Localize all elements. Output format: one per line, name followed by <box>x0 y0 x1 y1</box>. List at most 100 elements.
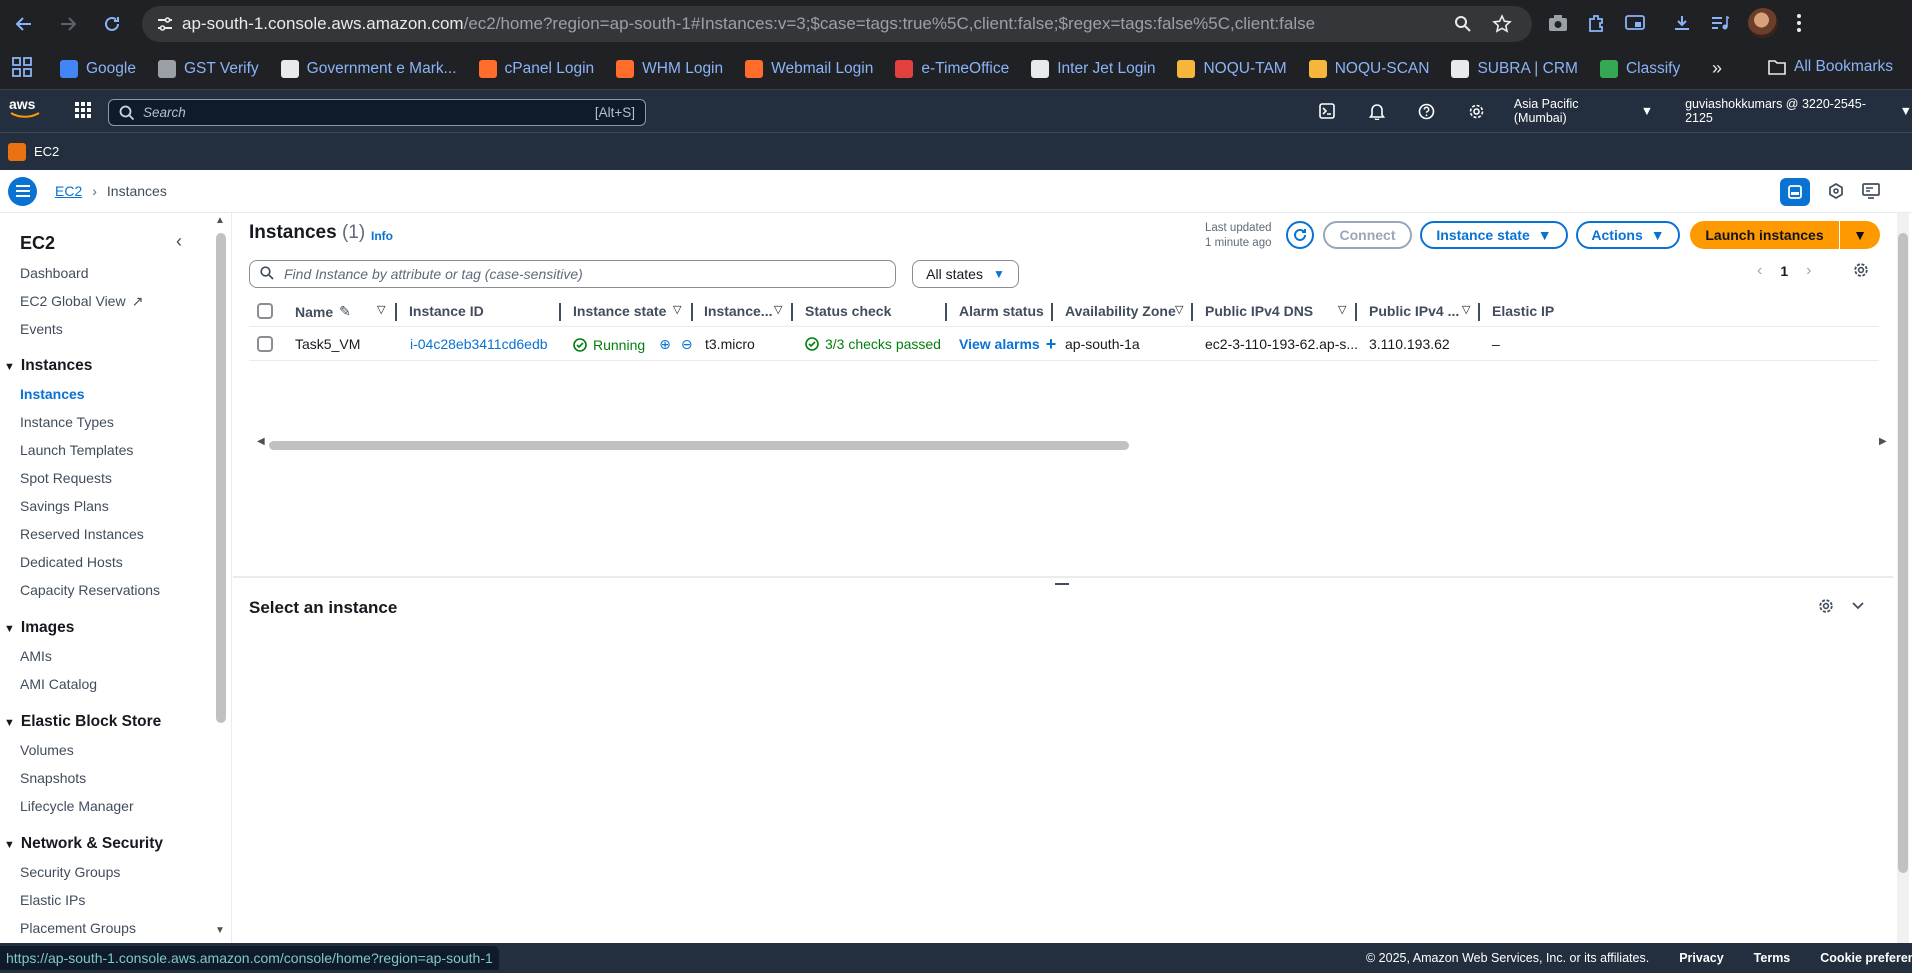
notifications-bell-icon[interactable] <box>1352 103 1402 120</box>
bookmark-item[interactable]: SUBRA | CRM <box>1451 59 1578 78</box>
column-header-elastic-ip[interactable]: Elastic IP <box>1492 303 1554 319</box>
sidebar-item-amis[interactable]: AMIs <box>20 648 52 664</box>
sidebar-item-reserved-instances[interactable]: Reserved Instances <box>20 526 144 542</box>
info-panel-toggle[interactable] <box>1780 178 1810 206</box>
add-alarm-icon[interactable]: + <box>1046 335 1057 353</box>
bookmark-item[interactable]: Inter Jet Login <box>1031 59 1155 78</box>
scrollbar-thumb[interactable] <box>1898 233 1908 873</box>
column-header-public-ipv4[interactable]: Public IPv4 ... <box>1369 303 1459 319</box>
launch-instances-button[interactable]: Launch instances <box>1690 221 1839 249</box>
collapse-panel-chevron-icon[interactable] <box>1851 598 1865 615</box>
sidebar-item-ec2-global-view[interactable]: EC2 Global View ↗ <box>20 293 143 310</box>
column-header-name[interactable]: Name ✎ <box>295 303 351 320</box>
scroll-left-arrow[interactable]: ◀ <box>257 436 265 447</box>
scroll-up-arrow[interactable]: ▲ <box>215 215 225 226</box>
back-button[interactable] <box>8 8 40 40</box>
screenshot-icon[interactable] <box>1548 14 1568 32</box>
next-page-icon[interactable]: › <box>1806 262 1811 280</box>
bookmark-item[interactable]: Google <box>60 59 136 78</box>
bookmark-item[interactable]: e-TimeOffice <box>895 59 1009 78</box>
column-resizer[interactable] <box>791 303 793 321</box>
side-nav-toggle[interactable] <box>8 176 37 206</box>
column-resizer[interactable] <box>945 303 947 321</box>
forward-button[interactable] <box>52 8 84 40</box>
sidebar-item-dedicated-hosts[interactable]: Dedicated Hosts <box>20 554 123 570</box>
sort-caret-icon[interactable]: ▽ <box>774 303 782 316</box>
sidebar-section-images[interactable]: ▼ Images <box>4 619 74 637</box>
bookmarks-overflow-icon[interactable]: » <box>1712 58 1722 79</box>
column-header-instance-type[interactable]: Instance... <box>704 303 772 319</box>
sidebar-section-instances[interactable]: ▼ Instances <box>4 357 92 375</box>
zoom-in-icon[interactable]: ⊕ <box>659 336 671 353</box>
sidebar-item-volumes[interactable]: Volumes <box>20 742 74 758</box>
notifications-panel-icon[interactable] <box>1828 182 1844 202</box>
services-menu-icon[interactable] <box>74 101 92 122</box>
column-header-availability-zone[interactable]: Availability Zone <box>1065 303 1176 319</box>
column-resizer[interactable] <box>559 303 561 321</box>
sidebar-item-instance-types[interactable]: Instance Types <box>20 414 114 430</box>
column-resizer[interactable] <box>395 303 397 321</box>
zoom-icon[interactable] <box>1454 14 1472 34</box>
sidebar-item-capacity-reservations[interactable]: Capacity Reservations <box>20 582 160 598</box>
site-info-icon[interactable] <box>148 15 182 33</box>
address-bar[interactable]: ap-south-1.console.aws.amazon.com/ec2/ho… <box>142 6 1532 42</box>
terms-link[interactable]: Terms <box>1754 951 1791 965</box>
reload-button[interactable] <box>96 8 128 40</box>
connect-button[interactable]: Connect <box>1323 221 1412 249</box>
cast-icon[interactable] <box>1624 13 1646 33</box>
bookmark-item[interactable]: NOQU-TAM <box>1177 59 1287 78</box>
bookmark-item[interactable]: NOQU-SCAN <box>1308 59 1429 78</box>
bookmark-item[interactable]: Classify <box>1599 59 1680 78</box>
select-all-checkbox[interactable] <box>257 303 273 319</box>
service-shortcut-ec2[interactable]: EC2 <box>34 144 59 159</box>
zoom-out-icon[interactable]: ⊖ <box>681 336 693 353</box>
column-resizer[interactable] <box>1478 303 1480 321</box>
instance-id-link[interactable]: i-04c28eb3411cd6edb <box>410 336 548 352</box>
aws-logo[interactable]: aws <box>8 96 48 126</box>
column-header-status-check[interactable]: Status check <box>805 303 891 319</box>
settings-gear-icon[interactable] <box>1452 103 1502 120</box>
bookmark-item[interactable]: cPanel Login <box>478 59 594 78</box>
cookie-preferences-link[interactable]: Cookie preferences <box>1820 951 1912 965</box>
actions-button[interactable]: Actions ▼ <box>1576 221 1680 249</box>
split-panel-settings-icon[interactable] <box>1818 598 1834 617</box>
column-resizer[interactable] <box>1051 303 1053 321</box>
privacy-link[interactable]: Privacy <box>1679 951 1723 965</box>
sort-caret-icon[interactable]: ▽ <box>1175 303 1183 316</box>
current-page[interactable]: 1 <box>1780 263 1788 279</box>
table-horizontal-scrollbar[interactable] <box>269 441 1129 450</box>
sidebar-item-launch-templates[interactable]: Launch Templates <box>20 442 133 458</box>
sort-caret-icon[interactable]: ▽ <box>673 303 681 316</box>
column-header-public-dns[interactable]: Public IPv4 DNS <box>1205 303 1313 319</box>
sidebar-item-placement-groups[interactable]: Placement Groups <box>20 920 136 936</box>
sidebar-section-elastic-block-store[interactable]: ▼ Elastic Block Store <box>4 713 161 731</box>
column-resizer[interactable] <box>691 303 693 321</box>
refresh-button[interactable] <box>1286 221 1314 249</box>
bookmark-item[interactable]: WHM Login <box>616 59 723 78</box>
column-resizer[interactable] <box>1355 303 1357 321</box>
all-bookmarks-folder[interactable]: All Bookmarks <box>1768 58 1893 76</box>
profile-avatar[interactable] <box>1748 8 1778 38</box>
page-vertical-scrollbar[interactable] <box>1897 213 1909 943</box>
bookmark-item[interactable]: GST Verify <box>157 59 259 78</box>
row-checkbox[interactable] <box>257 336 273 352</box>
scroll-right-arrow[interactable]: ▶ <box>1879 436 1887 447</box>
download-icon[interactable] <box>1672 13 1692 33</box>
sidebar-item-events[interactable]: Events <box>20 321 63 337</box>
sidebar-item-spot-requests[interactable]: Spot Requests <box>20 470 112 486</box>
account-menu[interactable]: guviashokkumars @ 3220-2545-2125 ▼ <box>1685 97 1912 125</box>
breadcrumb-ec2[interactable]: EC2 <box>55 183 82 199</box>
sort-caret-icon[interactable]: ▽ <box>377 303 385 316</box>
region-selector[interactable]: Asia Pacific (Mumbai) ▼ <box>1514 97 1653 125</box>
instance-filter-input[interactable]: Find Instance by attribute or tag (case-… <box>249 260 896 288</box>
bookmark-star-icon[interactable] <box>1492 14 1512 34</box>
media-control-icon[interactable] <box>1710 13 1730 33</box>
table-row[interactable]: Task5_VM i-04c28eb3411cd6edb Running ⊕ ⊖… <box>249 327 1879 361</box>
states-select[interactable]: All states ▼ <box>912 260 1019 288</box>
bookmark-item[interactable]: Government e Mark... <box>280 59 457 78</box>
launch-dropdown-button[interactable]: ▼ <box>1840 221 1880 249</box>
sidebar-section-network-security[interactable]: ▼ Network & Security <box>4 835 163 853</box>
column-header-instance-state[interactable]: Instance state <box>573 303 666 319</box>
sidebar-item-elastic-ips[interactable]: Elastic IPs <box>20 892 85 908</box>
split-panel-resize-handle[interactable] <box>1055 583 1069 585</box>
